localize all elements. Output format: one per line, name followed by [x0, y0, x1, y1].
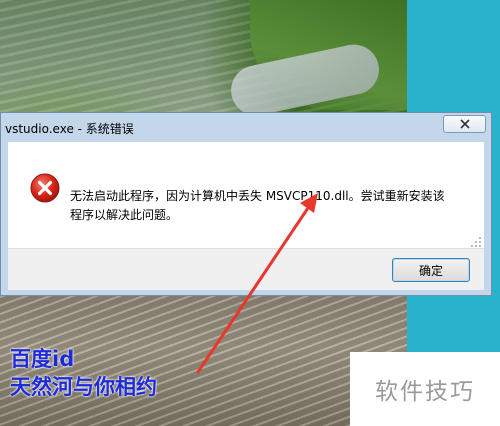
dialog-title: vstudio.exe - 系统错误: [5, 122, 134, 136]
watermark-baidu: 百度id 天然河与你相约: [10, 345, 157, 401]
watermark-line2: 天然河与你相约: [10, 375, 157, 399]
ok-button[interactable]: 确定: [392, 258, 470, 282]
error-message-line2: 程序以解决此问题。: [70, 208, 179, 222]
resize-grip-icon[interactable]: [470, 236, 482, 248]
dialog-content: 无法启动此程序，因为计算机中丢失 MSVCP110.dll。尝试重新安装该 程序…: [8, 142, 484, 248]
dialog-footer: 确定: [8, 248, 484, 290]
watermark-software-tips: 软件技巧: [350, 352, 500, 426]
error-icon: [30, 173, 60, 203]
close-icon: [459, 119, 470, 129]
watermark-line1: 百度id: [10, 347, 75, 371]
dialog-titlebar[interactable]: vstudio.exe - 系统错误: [1, 113, 491, 141]
error-message-line1: 无法启动此程序，因为计算机中丢失 MSVCP110.dll。尝试重新安装该: [70, 189, 445, 203]
close-button[interactable]: [443, 115, 486, 133]
error-message: 无法启动此程序，因为计算机中丢失 MSVCP110.dll。尝试重新安装该 程序…: [70, 187, 470, 225]
dialog-client: 无法启动此程序，因为计算机中丢失 MSVCP110.dll。尝试重新安装该 程序…: [8, 142, 484, 290]
error-dialog: vstudio.exe - 系统错误 无法启动此程序，因为计算机中丢失 MSVC…: [0, 112, 492, 296]
